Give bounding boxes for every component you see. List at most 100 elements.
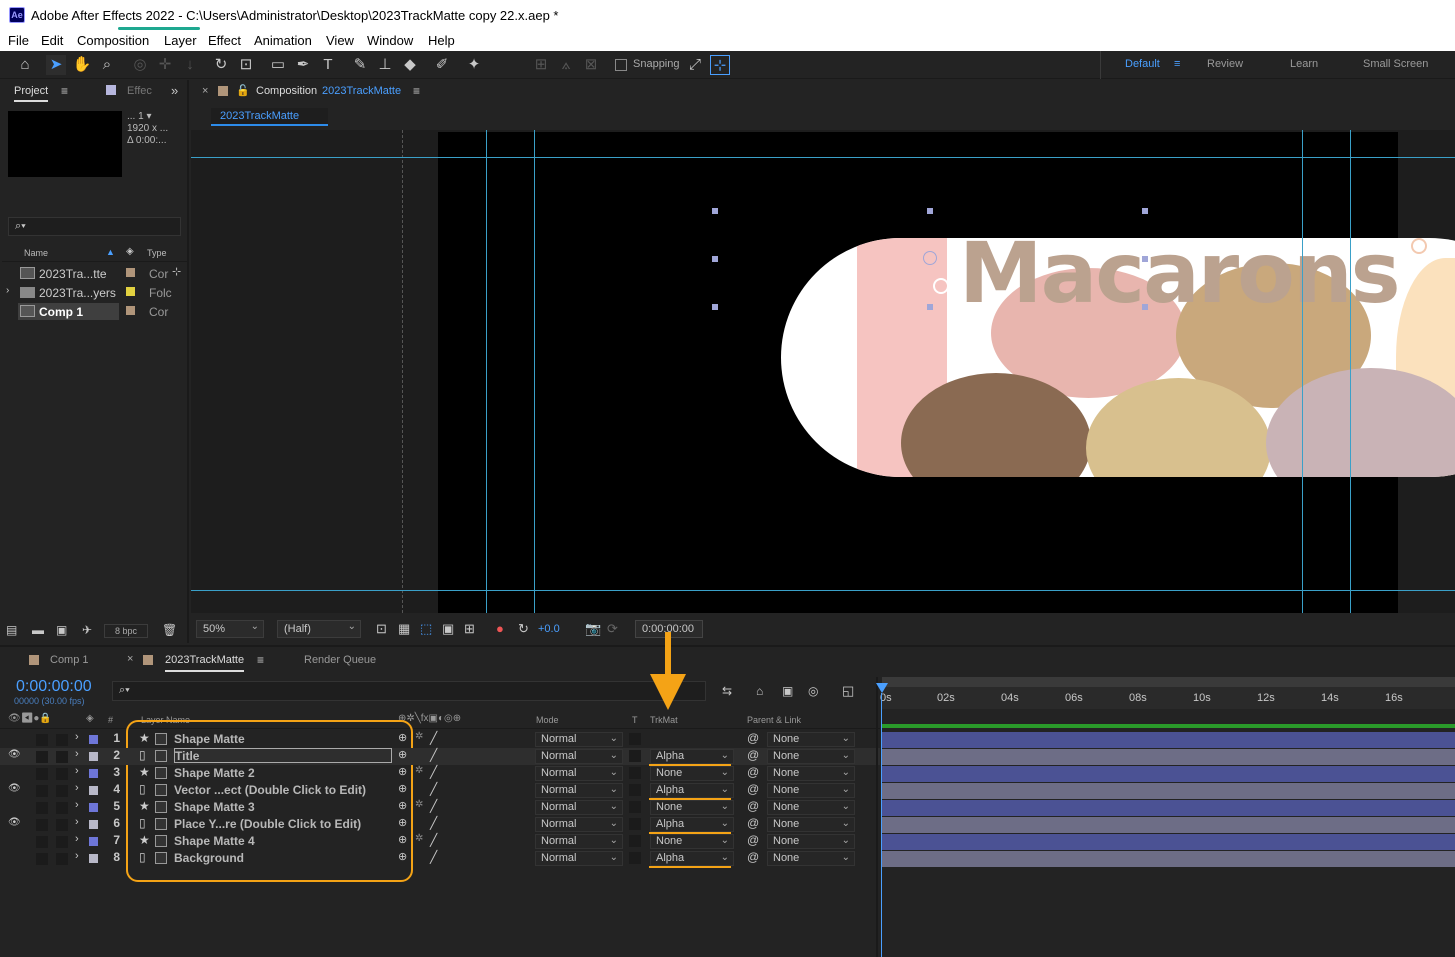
track-matte-dropdown[interactable]: Alpha ⌄ (650, 817, 734, 832)
solo-toggle[interactable] (36, 802, 48, 814)
pick-whip-icon[interactable]: @ (747, 782, 759, 796)
quality-switch-icon[interactable]: ╱ (430, 833, 437, 847)
eye-icon[interactable]: 👁 (8, 817, 21, 828)
timeline-search-input[interactable]: ⌕▾ (112, 681, 706, 701)
label-tag-icon[interactable]: ◈ (126, 246, 134, 257)
close-icon[interactable]: × (202, 85, 208, 97)
layer-label-color[interactable] (89, 786, 98, 795)
layer-label-color[interactable] (89, 820, 98, 829)
layer-row[interactable]: › 3 ★ Shape Matte 2 ⊕ ✲ ╱ Normal ⌄ None ⌄ @ None ⌄ (0, 765, 880, 782)
panel-menu-icon[interactable]: ≡ (257, 653, 264, 667)
quality-switch-icon[interactable]: ╱ (430, 799, 437, 813)
solo-toggle[interactable] (36, 853, 48, 865)
transform-handle[interactable] (927, 304, 933, 310)
column-trkmat[interactable]: TrkMat (650, 715, 678, 725)
shy-switch-icon[interactable]: ⊕ (398, 748, 407, 761)
preserve-transparency-toggle[interactable] (629, 767, 641, 779)
layer-row[interactable]: 👁 › 6 ▯ Place Y...re (Double Click to Edit) ⊕… (0, 816, 880, 834)
track-matte-dropdown[interactable]: None ⌄ (650, 800, 734, 815)
layer-duration-bar[interactable] (882, 800, 1455, 816)
transform-handle[interactable] (1142, 208, 1148, 214)
transform-handle[interactable] (1142, 304, 1148, 310)
rotation-tool-icon[interactable]: ↻ (211, 55, 231, 75)
chevron-right-icon[interactable]: › (75, 816, 79, 828)
preserve-transparency-toggle[interactable] (629, 801, 641, 813)
layer-row[interactable]: › 7 ★ Shape Matte 4 ⊕ ✲ ╱ Normal ⌄ None ⌄ @ None ⌄ (0, 833, 880, 850)
blend-mode-dropdown[interactable]: Normal ⌄ (535, 749, 623, 764)
adjust-icon[interactable]: ✈ (82, 623, 92, 637)
bit-depth-button[interactable]: 8 bpc (104, 624, 148, 638)
lock-toggle[interactable] (56, 734, 68, 746)
exposure-value[interactable]: +0.0 (538, 623, 560, 635)
lock-toggle[interactable] (56, 802, 68, 814)
resolution-dropdown[interactable]: (Half) ⌄ (277, 620, 361, 638)
lock-toggle[interactable] (56, 751, 68, 763)
project-item[interactable]: 2023Tra...tte Cor ⊹ (2, 265, 187, 284)
sort-up-icon[interactable]: ▲ (106, 247, 115, 257)
project-item[interactable]: Comp 1 Cor (2, 303, 187, 322)
axis-world-icon[interactable]: ⟑ (556, 55, 576, 75)
composition-viewer[interactable]: Macarons 〰 (191, 130, 1455, 613)
snapping-checkbox[interactable] (615, 59, 627, 71)
lock-toggle[interactable] (56, 768, 68, 780)
parent-dropdown[interactable]: None ⌄ (767, 817, 855, 832)
draft-3d-icon[interactable]: ⌂ (756, 684, 763, 698)
pick-whip-icon[interactable]: @ (747, 816, 759, 830)
pen-tool-icon[interactable]: ✒ (293, 55, 313, 75)
chevron-right-icon[interactable]: › (75, 731, 79, 743)
quality-switch-icon[interactable]: ╱ (430, 765, 437, 779)
shy-switch-icon[interactable]: ⊕ (398, 816, 407, 829)
layer-row[interactable]: 👁 › 2 ▯ Title ⊕ ╱ Normal ⌄ Alpha ⌄ @ None ⌄ (0, 748, 880, 766)
solo-toggle[interactable] (36, 819, 48, 831)
layer-row[interactable]: 👁 › 4 ▯ Vector ...ect (Double Click to Edit)… (0, 782, 880, 800)
blend-mode-dropdown[interactable]: Normal ⌄ (535, 766, 623, 781)
track-matte-dropdown[interactable]: Alpha ⌄ (650, 783, 734, 798)
composition-mini-flowchart-icon[interactable]: ⇆ (722, 684, 732, 698)
transform-handle[interactable] (712, 256, 718, 262)
tab-project[interactable]: Project (14, 85, 49, 102)
trash-icon[interactable]: 🗑 (162, 623, 177, 637)
track-matte-dropdown[interactable]: None ⌄ (650, 766, 734, 781)
layer-name[interactable]: Shape Matte (174, 732, 245, 746)
eye-icon[interactable]: 👁 (8, 783, 21, 794)
layer-name[interactable]: Background (174, 851, 244, 865)
project-search-input[interactable]: ⌕▾ (8, 217, 181, 236)
playhead-icon[interactable] (876, 683, 888, 693)
column-type[interactable]: Type (147, 248, 167, 258)
quality-switch-icon[interactable]: ╱ (430, 782, 437, 796)
menu-composition[interactable]: Composition (77, 33, 149, 48)
parent-dropdown[interactable]: None ⌄ (767, 766, 855, 781)
layer-duration-bar[interactable] (882, 834, 1455, 850)
brush-tool-icon[interactable]: ✎ (350, 55, 370, 75)
workspace-review[interactable]: Review (1207, 58, 1243, 70)
collapse-switch-icon[interactable]: ✲ (415, 731, 423, 742)
new-composition-icon[interactable]: ▣ (56, 623, 67, 637)
transform-handle[interactable] (712, 208, 718, 214)
menu-window[interactable]: Window (367, 33, 413, 48)
quality-switch-icon[interactable]: ╱ (430, 731, 437, 745)
collapse-switch-icon[interactable]: ✲ (415, 833, 423, 844)
preserve-transparency-toggle[interactable] (629, 818, 641, 830)
workspace-small-screen[interactable]: Small Screen (1363, 58, 1428, 70)
panel-menu-icon[interactable]: ≡ (413, 84, 420, 98)
workspace-learn[interactable]: Learn (1290, 58, 1318, 70)
solo-toggle[interactable] (36, 751, 48, 763)
menu-view[interactable]: View (326, 33, 354, 48)
blend-mode-dropdown[interactable]: Normal ⌄ (535, 800, 623, 815)
transform-handle[interactable] (712, 304, 718, 310)
composition-tab-label[interactable]: Composition (256, 85, 317, 97)
solo-toggle[interactable] (36, 768, 48, 780)
shy-layers-icon[interactable]: ▣ (782, 684, 793, 698)
puppet-pin-icon[interactable]: ✦ (464, 55, 484, 75)
layer-row[interactable]: › 8 ▯ Background ⊕ ╱ Normal ⌄ Alpha ⌄ @ None ⌄ (0, 850, 880, 868)
comp-canvas[interactable]: Macarons 〰 (438, 132, 1455, 613)
workspace-default[interactable]: Default (1125, 58, 1160, 70)
anchor-point-icon[interactable] (923, 251, 937, 265)
project-item[interactable]: › 2023Tra...yers Folc (2, 284, 187, 303)
eye-icon[interactable]: 👁 (8, 749, 21, 760)
lock-icon[interactable]: 🔓 (236, 84, 250, 97)
frame-blending-icon[interactable]: ◎ (808, 684, 818, 698)
preserve-transparency-toggle[interactable] (629, 750, 641, 762)
layer-name[interactable]: Vector ...ect (Double Click to Edit) (174, 783, 366, 797)
color-management-icon[interactable]: ↻ (518, 621, 529, 637)
